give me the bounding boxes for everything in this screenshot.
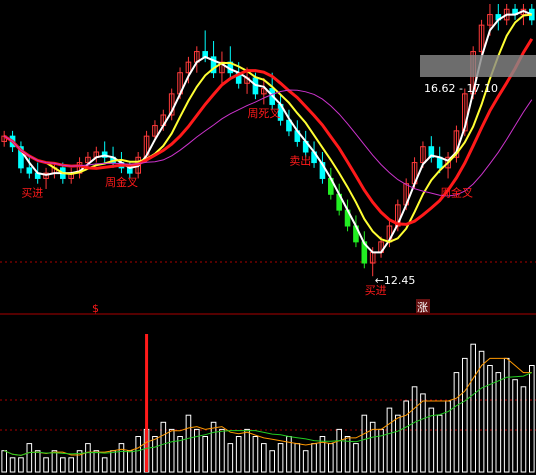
volume-bar [436, 414, 443, 473]
volume-bar [512, 379, 518, 473]
volume-ma-line [4, 357, 532, 456]
price-panel [0, 4, 536, 277]
ma-white-line [3, 9, 533, 254]
volume-bar [462, 357, 468, 473]
volume-ma-line [4, 372, 532, 456]
signal-label: 周金叉 [440, 185, 473, 199]
signal-label: 周金叉 [105, 175, 138, 189]
volume-bar [428, 407, 435, 473]
volume-bar [294, 443, 301, 473]
volume-bar [353, 443, 359, 473]
volume-bar [227, 443, 234, 473]
low-price-label: ←12.45 [375, 274, 416, 287]
volume-bar [219, 428, 225, 473]
volume-bar [311, 443, 317, 473]
stock-chart: 买进周金叉周死叉卖出买进周金叉←12.4516.62 - 17.10$ 涨 [0, 4, 536, 473]
signal-label: 周死叉 [247, 107, 280, 120]
candle-body [26, 167, 33, 174]
volume-bar [68, 457, 74, 473]
volume-bar [403, 400, 409, 473]
volume-bar [487, 365, 493, 473]
volume-bar [361, 414, 368, 473]
volume-bar [470, 343, 476, 473]
volume-bar [9, 457, 16, 473]
volume-bar [43, 457, 49, 473]
volume-bar [261, 443, 267, 473]
volume-bar [202, 436, 208, 473]
volume-bar [252, 436, 259, 473]
volume-bar [277, 443, 284, 473]
volume-bar [34, 450, 41, 473]
volume-panel [0, 334, 536, 473]
volume-bar [344, 436, 351, 473]
volume-bar [420, 393, 426, 473]
volume-bar [168, 428, 175, 473]
volume-bar [386, 407, 393, 473]
volume-bar [269, 450, 275, 473]
volume-bar [328, 443, 334, 473]
price-range-band [420, 55, 536, 77]
volume-bar [503, 357, 510, 473]
volume-bar [185, 414, 192, 473]
volume-bar [118, 443, 125, 473]
zhang-marker: 涨 [417, 301, 428, 314]
volume-bar [453, 372, 460, 473]
volume-bar [110, 450, 116, 473]
volume-bar [244, 428, 250, 473]
volume-bar [302, 450, 309, 473]
volume-bar [529, 365, 535, 473]
volume-bar [101, 457, 108, 473]
price-range-label: 16.62 - 17.10 [424, 82, 498, 95]
volume-bar [177, 436, 183, 473]
volume-bar [51, 450, 58, 473]
ma-yellow-line [3, 13, 532, 243]
volume-bar [26, 443, 33, 473]
volume-bar [135, 436, 141, 473]
volume-bar [478, 350, 485, 473]
volume-bar [152, 436, 158, 473]
volume-bar [60, 457, 66, 473]
volume-bar [495, 372, 502, 473]
ma-magenta-line [3, 89, 533, 197]
volume-bar [395, 414, 401, 473]
signal-label: 买进 [21, 186, 43, 199]
volume-bar [85, 443, 91, 473]
volume-bar [1, 450, 7, 473]
signal-label: 卖出 [289, 154, 311, 168]
volume-bar [18, 457, 24, 473]
volume-bar [93, 450, 100, 473]
volume-bar [235, 436, 242, 473]
volume-bar [336, 428, 342, 473]
s-marker: $ [92, 302, 99, 315]
volume-bar [127, 450, 133, 473]
